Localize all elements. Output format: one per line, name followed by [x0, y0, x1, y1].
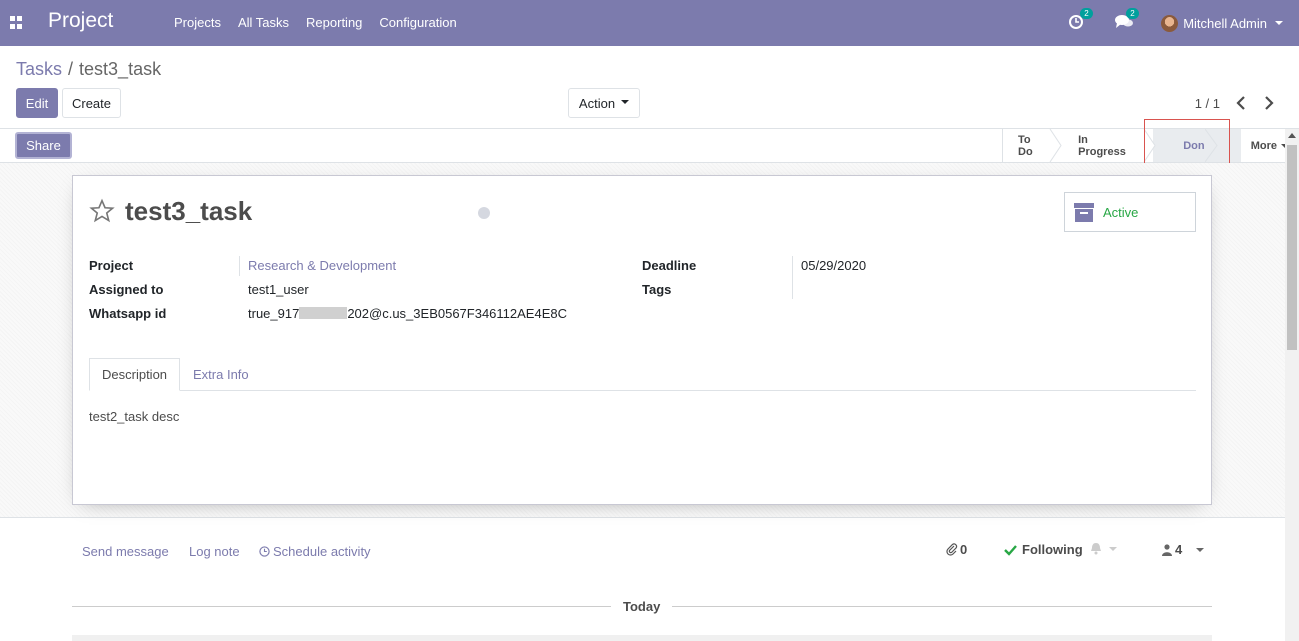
kanban-state-dot[interactable] [478, 207, 490, 219]
whatsapp-id-prefix: true_917 [248, 306, 300, 321]
create-button[interactable]: Create [62, 88, 121, 118]
send-message-button[interactable]: Send message [82, 544, 169, 559]
whatsapp-id-label: Whatsapp id [89, 306, 167, 321]
bell-icon [1091, 543, 1101, 555]
pager-value[interactable]: 1 / 1 [1195, 96, 1220, 111]
tags-label: Tags [642, 282, 672, 297]
project-label: Project [89, 258, 134, 273]
action-button[interactable]: Action [568, 88, 640, 118]
statusbar: Share To Do In Progress Done More [0, 128, 1299, 163]
menu-reporting[interactable]: Reporting [298, 15, 370, 30]
followers-button[interactable]: 4 [1162, 542, 1205, 557]
messages-badge: 2 [1126, 8, 1139, 19]
action-label: Action [578, 95, 616, 111]
paperclip-icon [946, 543, 958, 556]
chevron-down-icon [1275, 21, 1283, 25]
messages-icon[interactable]: 2 [1115, 8, 1139, 32]
stage-arrow-icon [1205, 129, 1218, 162]
attachments-count: 0 [960, 542, 968, 557]
pager-next-icon[interactable] [1262, 95, 1278, 111]
main-menu: Projects All Tasks Reporting Configurati… [166, 15, 466, 30]
tab-description[interactable]: Description [89, 358, 181, 391]
active-label: Active [1103, 204, 1139, 220]
stage-arrow-icon [1143, 129, 1156, 162]
deadline-value[interactable]: 05/29/2020 [801, 258, 866, 273]
star-icon[interactable] [89, 198, 115, 224]
caret-down-icon [1196, 547, 1205, 552]
archive-icon [1074, 203, 1094, 222]
stage-arrow-icon [1049, 129, 1062, 162]
following-label: Following [1022, 542, 1083, 557]
user-name: Mitchell Admin [1183, 15, 1267, 31]
caret-down-icon [1109, 546, 1117, 551]
date-separator-label: Today [611, 599, 673, 614]
share-button[interactable]: Share [15, 132, 72, 159]
tab-extra-info[interactable]: Extra Info [181, 358, 261, 391]
whatsapp-id-suffix: 202@c.us_3EB0567F346112AE4E8C [347, 306, 567, 321]
edit-button[interactable]: Edit [16, 88, 58, 118]
top-navbar: Project Projects All Tasks Reporting Con… [0, 0, 1299, 46]
log-note-button[interactable]: Log note [189, 544, 240, 559]
app-brand[interactable]: Project [48, 9, 113, 33]
breadcrumb: Tasks / test3_task [16, 59, 161, 80]
avatar [1161, 14, 1179, 32]
followers-count: 4 [1175, 542, 1183, 557]
deadline-label: Deadline [642, 258, 697, 273]
schedule-activity-label: Schedule activity [273, 544, 371, 559]
stage-done[interactable]: Done [1153, 129, 1241, 162]
stage-more-label: More [1250, 139, 1277, 152]
systray: 2 2 Mitchell Admin [1069, 0, 1299, 46]
breadcrumb-tasks[interactable]: Tasks [16, 59, 62, 79]
activity-clock-icon[interactable]: 2 [1069, 8, 1093, 32]
clock-icon [259, 546, 270, 557]
form-sheet: test3_task Active Project Research & Dev… [72, 175, 1212, 505]
caret-down-icon [621, 99, 630, 104]
menu-all-tasks[interactable]: All Tasks [230, 15, 297, 30]
message-list-edge [72, 635, 1212, 641]
scroll-thumb[interactable] [1287, 145, 1297, 350]
schedule-activity-button[interactable]: Schedule activity [259, 544, 371, 559]
whatsapp-id-value[interactable]: true_917 202@c.us_3EB0567F346112AE4E8C [248, 306, 567, 321]
apps-menu-icon[interactable] [10, 16, 23, 29]
vertical-scrollbar[interactable] [1285, 129, 1299, 641]
assigned-to-value[interactable]: test1_user [248, 282, 309, 297]
breadcrumb-current: test3_task [79, 59, 162, 79]
redacted-block [299, 307, 348, 319]
breadcrumb-separator: / [68, 59, 74, 79]
assigned-to-label: Assigned to [89, 282, 164, 297]
notebook-tabs: Description Extra Info [89, 358, 1196, 391]
user-icon [1162, 543, 1172, 556]
check-icon [1004, 544, 1017, 556]
menu-configuration[interactable]: Configuration [371, 15, 464, 30]
activity-badge: 2 [1080, 8, 1093, 19]
task-title[interactable]: test3_task [125, 196, 252, 227]
attachments-button[interactable]: 0 [946, 542, 967, 557]
pager-previous-icon[interactable] [1234, 95, 1250, 111]
description-text[interactable]: test2_task desc [89, 409, 179, 424]
project-link[interactable]: Research & Development [248, 258, 396, 273]
field-divider [239, 256, 240, 276]
menu-projects[interactable]: Projects [166, 15, 229, 30]
user-menu[interactable]: Mitchell Admin [1161, 14, 1283, 32]
stage-in-progress[interactable]: In Progress [1063, 129, 1153, 162]
active-toggle-button[interactable]: Active [1064, 192, 1196, 232]
scroll-up-icon[interactable] [1288, 133, 1296, 138]
notification-settings-button[interactable] [1089, 542, 1117, 555]
following-button[interactable]: Following [1004, 542, 1083, 557]
field-divider [792, 256, 793, 299]
